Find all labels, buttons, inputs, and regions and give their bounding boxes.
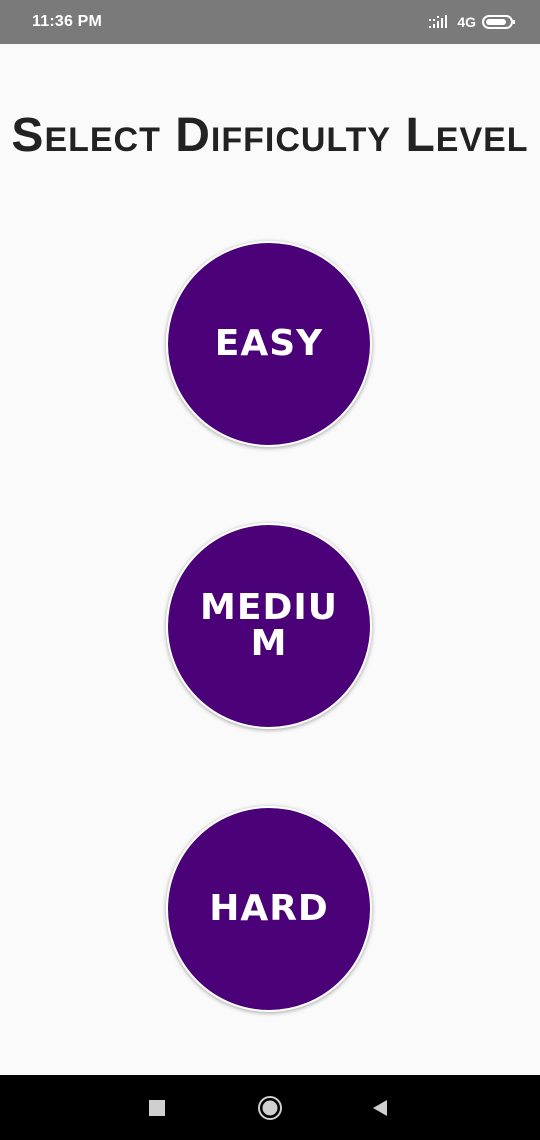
- network-type: 4G: [457, 14, 476, 30]
- signal-icon: [429, 14, 451, 30]
- difficulty-screen: 11:36 PM 4G Select Difficulty Level EASY…: [0, 0, 540, 1140]
- status-icons: 4G: [429, 14, 516, 30]
- battery-icon: [482, 14, 516, 30]
- hard-button[interactable]: HARD: [166, 806, 372, 1012]
- status-time: 11:36 PM: [32, 13, 103, 30]
- navigation-bar: [0, 1075, 540, 1140]
- medium-button-label: MEDIUM: [200, 587, 338, 664]
- home-icon[interactable]: [257, 1095, 283, 1121]
- easy-button[interactable]: EASY: [166, 241, 372, 447]
- medium-button[interactable]: MEDIUM: [166, 523, 372, 729]
- status-bar: 11:36 PM 4G: [0, 0, 540, 44]
- page-title: Select Difficulty Level: [11, 109, 529, 162]
- recents-icon[interactable]: [144, 1095, 170, 1121]
- easy-button-label: EASY: [214, 323, 324, 364]
- hard-button-label: HARD: [209, 888, 329, 929]
- back-icon[interactable]: [368, 1095, 394, 1121]
